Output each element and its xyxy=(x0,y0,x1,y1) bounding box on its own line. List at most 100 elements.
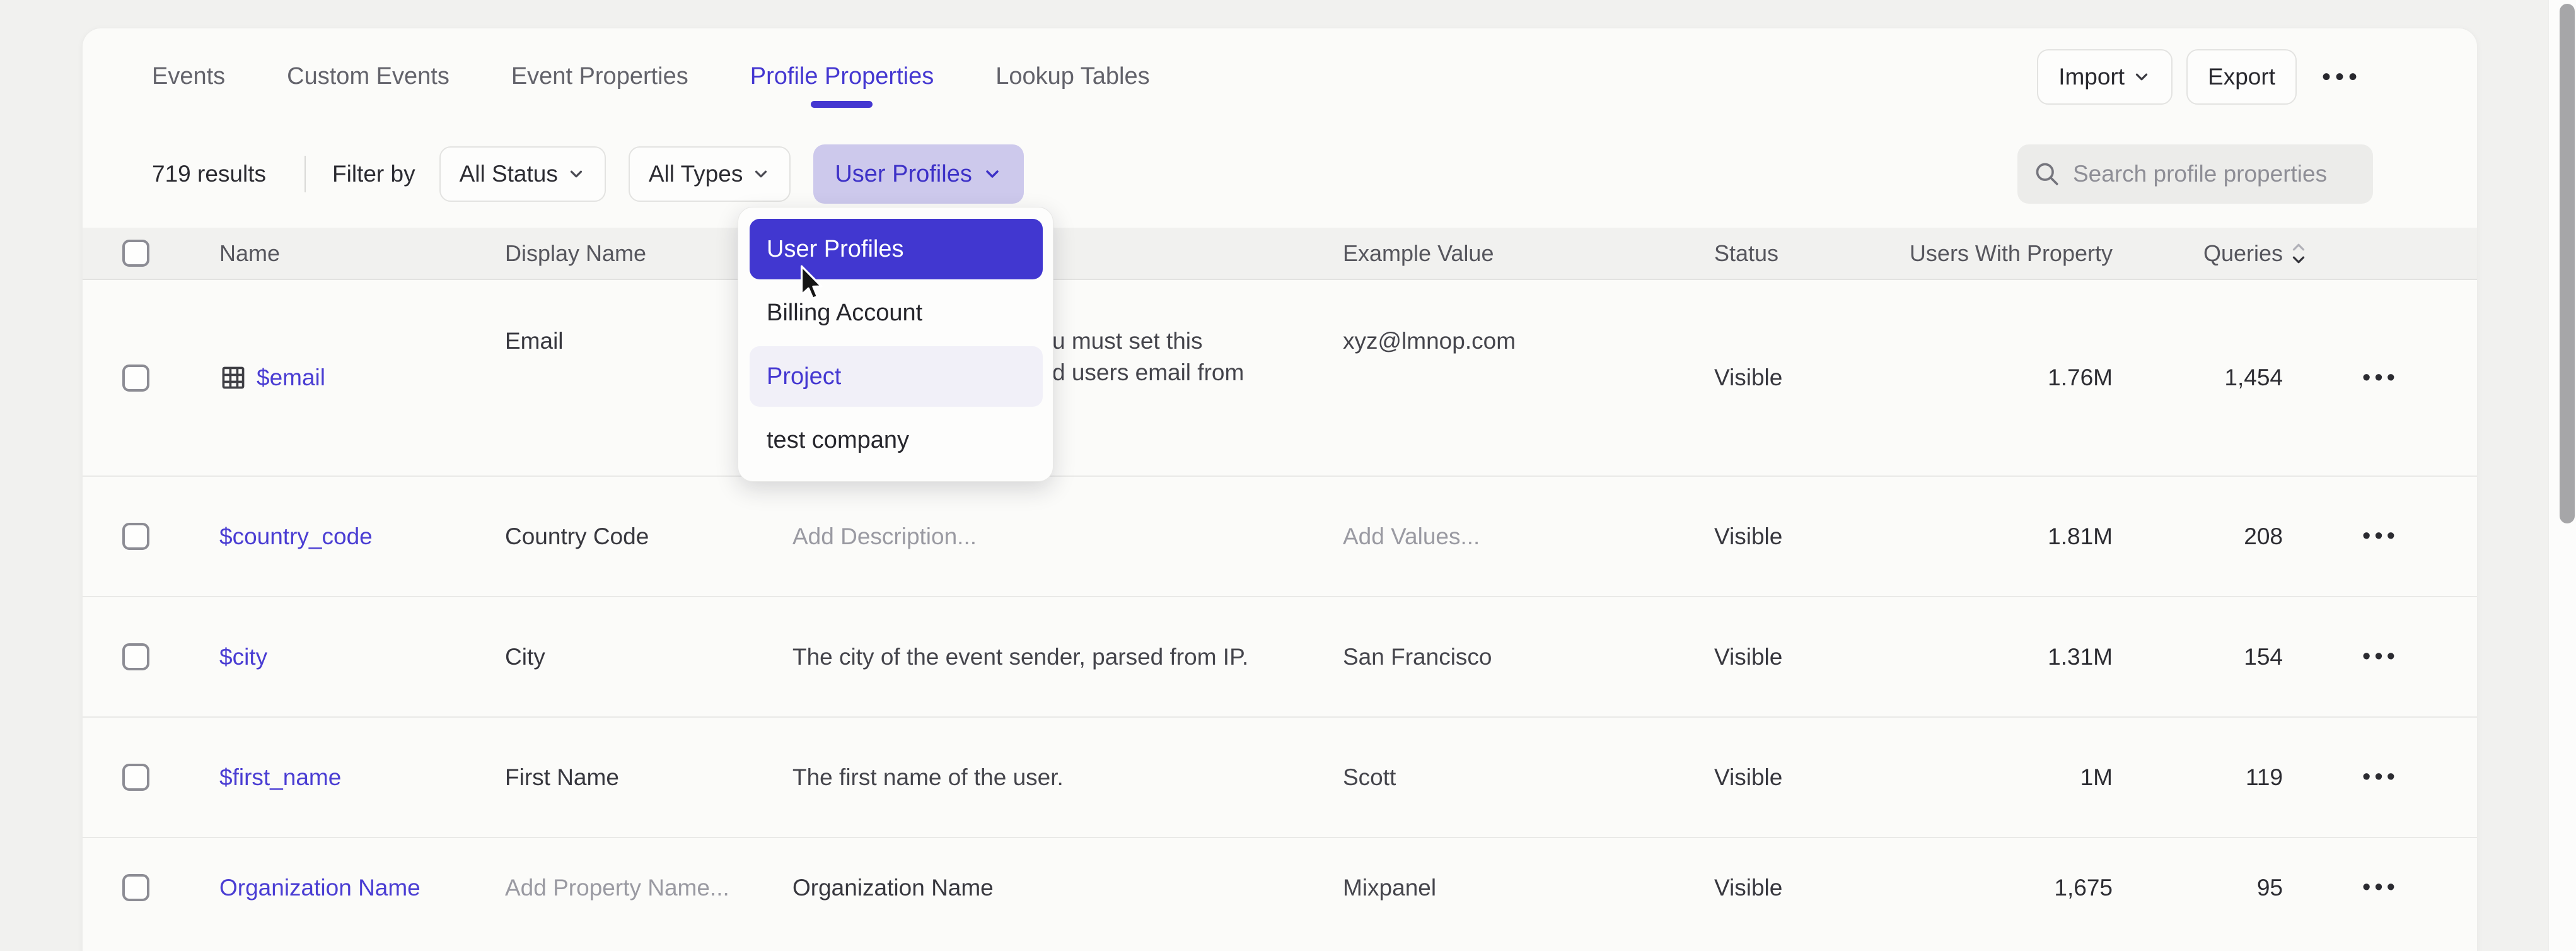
main-panel: Events Custom Events Event Properties Pr… xyxy=(82,28,2478,951)
row-actions-button[interactable]: ••• xyxy=(2283,365,2478,392)
display-name-cell[interactable]: First Name xyxy=(505,764,792,791)
tab-profile-properties-label: Profile Properties xyxy=(750,63,934,90)
tab-event-properties[interactable]: Event Properties xyxy=(511,62,688,91)
types-filter-label: All Types xyxy=(649,161,743,187)
property-name-link[interactable]: $first_name xyxy=(219,764,505,791)
queries-cell: 154 xyxy=(2113,644,2283,670)
row-actions-button[interactable]: ••• xyxy=(2283,523,2478,550)
tab-lookup-tables[interactable]: Lookup Tables xyxy=(995,62,1149,91)
description-cell[interactable]: Add Description... xyxy=(792,523,1343,550)
scrollbar-track[interactable] xyxy=(2548,0,2576,951)
column-header-name[interactable]: Name xyxy=(219,240,505,267)
tab-profile-properties[interactable]: Profile Properties xyxy=(750,62,934,91)
status-cell[interactable]: Visible xyxy=(1714,523,1892,550)
chevron-down-icon xyxy=(751,165,770,184)
row-actions-button[interactable]: ••• xyxy=(2283,643,2478,670)
chevron-down-icon xyxy=(2132,67,2151,86)
row-actions-button[interactable]: ••• xyxy=(2283,764,2478,791)
chevron-down-icon xyxy=(982,164,1002,184)
property-name-label: $city xyxy=(219,644,267,670)
select-all-checkbox[interactable] xyxy=(122,240,149,267)
users-with-property-cell: 1M xyxy=(1892,764,2113,791)
property-name-link[interactable]: $email xyxy=(219,364,505,392)
property-name-link[interactable]: $country_code xyxy=(219,523,505,550)
import-button-label: Import xyxy=(2058,64,2125,90)
row-actions-button[interactable]: ••• xyxy=(2283,874,2478,901)
scrollbar-thumb[interactable] xyxy=(2560,4,2575,523)
status-filter-label: All Status xyxy=(460,161,558,187)
display-name-cell[interactable]: City xyxy=(505,644,792,670)
queries-cell: 208 xyxy=(2113,523,2283,550)
example-value-cell[interactable]: San Francisco xyxy=(1343,644,1714,670)
row-checkbox[interactable] xyxy=(122,764,149,791)
dropdown-item-project[interactable]: Project xyxy=(750,346,1043,407)
mouse-cursor-icon xyxy=(796,265,825,304)
profile-type-dropdown-menu: User Profiles Billing Account Project te… xyxy=(738,207,1053,482)
export-button[interactable]: Export xyxy=(2186,49,2297,105)
status-cell[interactable]: Visible xyxy=(1714,644,1892,670)
table-row: Organization Name Add Property Name... O… xyxy=(83,838,2477,951)
table-grid-icon xyxy=(219,364,247,392)
filter-by-label: Filter by xyxy=(332,161,415,187)
active-tab-indicator xyxy=(811,101,873,108)
table-row: $email Email u must set this d users ema… xyxy=(83,280,2477,477)
types-filter-button[interactable]: All Types xyxy=(629,146,791,202)
property-name-link[interactable]: $city xyxy=(219,644,505,670)
column-header-users-with-property[interactable]: Users With Property xyxy=(1892,240,2113,267)
column-header-example-value[interactable]: Example Value xyxy=(1343,240,1714,267)
queries-cell: 95 xyxy=(2113,875,2283,901)
search-icon xyxy=(2033,160,2062,189)
queries-cell: 119 xyxy=(2113,764,2283,791)
export-button-label: Export xyxy=(2208,64,2275,90)
users-with-property-cell: 1,675 xyxy=(1892,875,2113,901)
toolbar-actions: Import Export ••• xyxy=(2037,49,2373,105)
row-checkbox[interactable] xyxy=(122,874,149,901)
table-header-row: Name Display Name Example Value Status U… xyxy=(83,228,2477,280)
example-value-cell[interactable]: Scott xyxy=(1343,764,1714,791)
search-input[interactable] xyxy=(2073,161,2358,187)
status-cell[interactable]: Visible xyxy=(1714,764,1892,791)
tab-bar: Events Custom Events Event Properties Pr… xyxy=(83,28,2477,124)
column-header-queries[interactable]: Queries xyxy=(2113,239,2283,268)
chevron-down-icon xyxy=(567,165,586,184)
property-name-link[interactable]: Organization Name xyxy=(219,875,505,901)
tab-custom-events[interactable]: Custom Events xyxy=(287,62,450,91)
dropdown-item-test-company[interactable]: test company xyxy=(750,410,1043,470)
queries-header-label: Queries xyxy=(2203,240,2283,267)
property-name-label: $country_code xyxy=(219,523,373,550)
display-name-cell[interactable]: Add Property Name... xyxy=(505,875,792,901)
table-row: $country_code Country Code Add Descripti… xyxy=(83,477,2477,597)
description-cell[interactable]: The first name of the user. xyxy=(792,764,1343,791)
row-checkbox[interactable] xyxy=(122,365,149,392)
status-filter-button[interactable]: All Status xyxy=(439,146,606,202)
example-value-cell[interactable]: Add Values... xyxy=(1343,523,1714,550)
row-checkbox[interactable] xyxy=(122,523,149,550)
queries-cell: 1,454 xyxy=(2113,365,2283,391)
example-value-cell[interactable]: Mixpanel xyxy=(1343,875,1714,901)
description-cell[interactable]: The city of the event sender, parsed fro… xyxy=(792,644,1343,670)
table-row: $city City The city of the event sender,… xyxy=(83,597,2477,718)
profile-type-filter-button[interactable]: User Profiles xyxy=(813,144,1024,204)
dropdown-item-billing-account[interactable]: Billing Account xyxy=(750,283,1043,343)
table-row: $first_name First Name The first name of… xyxy=(83,718,2477,838)
divider xyxy=(305,156,306,192)
row-checkbox[interactable] xyxy=(122,643,149,670)
description-fragment: d users email from xyxy=(1052,357,1343,388)
description-cell[interactable]: Organization Name xyxy=(792,875,1343,901)
display-name-cell[interactable]: Country Code xyxy=(505,523,792,550)
dropdown-item-user-profiles[interactable]: User Profiles xyxy=(750,219,1043,279)
description-fragment: u must set this xyxy=(1052,325,1343,357)
results-count: 719 results xyxy=(152,161,266,187)
search-box[interactable] xyxy=(2017,144,2373,204)
sort-icon[interactable] xyxy=(2289,239,2308,268)
example-value-cell[interactable]: xyz@lmnop.com xyxy=(1343,280,1714,357)
status-cell[interactable]: Visible xyxy=(1714,365,1892,391)
property-name-label: $email xyxy=(257,365,325,391)
users-with-property-cell: 1.31M xyxy=(1892,644,2113,670)
tab-events[interactable]: Events xyxy=(152,62,225,91)
users-with-property-cell: 1.81M xyxy=(1892,523,2113,550)
import-button[interactable]: Import xyxy=(2037,49,2173,105)
more-options-button[interactable]: ••• xyxy=(2311,63,2373,91)
status-cell[interactable]: Visible xyxy=(1714,875,1892,901)
column-header-status[interactable]: Status xyxy=(1714,240,1892,267)
